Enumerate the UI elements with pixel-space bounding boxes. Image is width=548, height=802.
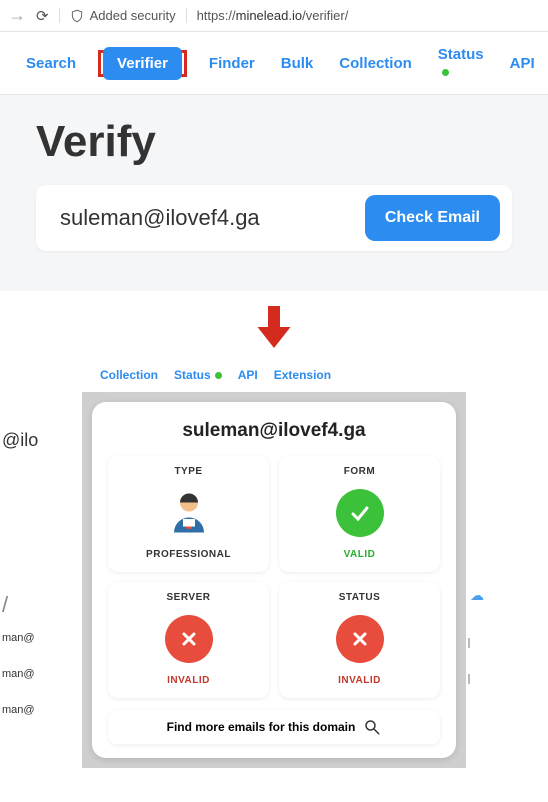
find-more-button[interactable]: Find more emails for this domain: [108, 710, 440, 744]
nav-bulk[interactable]: Bulk: [277, 49, 318, 78]
search-icon: [363, 718, 381, 736]
security-label: Added security: [90, 8, 176, 23]
find-more-label: Find more emails for this domain: [167, 720, 356, 734]
bg-slash: /: [2, 592, 8, 618]
tile-server: SERVER INVALID: [108, 582, 269, 698]
hero-section: Verify suleman@ilovef4.ga Check Email: [0, 95, 548, 291]
tile-value: PROFESSIONAL: [114, 549, 263, 560]
cross-icon: [114, 611, 263, 667]
nav-verifier[interactable]: Verifier: [103, 47, 182, 80]
forward-arrow-icon[interactable]: →: [8, 5, 26, 26]
check-email-button[interactable]: Check Email: [365, 195, 500, 241]
tile-title: FORM: [285, 466, 434, 477]
result-grid: TYPE PROFESSIONAL FORM: [108, 456, 440, 698]
highlight-box: Verifier: [98, 50, 187, 77]
subnav-api[interactable]: API: [238, 368, 258, 382]
status-dot-icon: [442, 69, 449, 76]
arrow-down-icon: [250, 303, 298, 351]
status-dot-icon: [215, 372, 222, 379]
tile-title: SERVER: [114, 592, 263, 603]
tile-title: TYPE: [114, 466, 263, 477]
avatar-icon: [114, 485, 263, 541]
browser-address-bar: → ⟳ Added security https://minelead.io/v…: [0, 0, 548, 32]
shield-icon: [70, 9, 84, 23]
email-input-row: suleman@ilovef4.ga Check Email: [36, 185, 512, 251]
tile-value: INVALID: [285, 675, 434, 686]
nav-search[interactable]: Search: [22, 49, 80, 78]
tile-type: TYPE PROFESSIONAL: [108, 456, 269, 572]
bg-email-cut: @ilo: [2, 430, 38, 451]
tile-value: INVALID: [114, 675, 263, 686]
nav-status[interactable]: Status: [434, 40, 488, 86]
subnav-extension[interactable]: Extension: [274, 368, 331, 382]
bg-row: man@: [2, 632, 35, 644]
cloud-icon: ☁: [470, 587, 484, 604]
tile-status: STATUS INVALID: [279, 582, 440, 698]
result-card: suleman@ilovef4.ga TYPE PROFESSIONAL: [92, 402, 456, 758]
arrow-down-annotation: [0, 291, 548, 362]
tile-title: STATUS: [285, 592, 434, 603]
tile-form: FORM VALID: [279, 456, 440, 572]
cross-icon: [285, 611, 434, 667]
check-icon: [285, 485, 434, 541]
result-section: Collection Status API Extension @ilo / m…: [0, 362, 548, 778]
bg-row: man@: [2, 668, 35, 680]
nav-finder[interactable]: Finder: [205, 49, 259, 78]
bg-bar: [468, 638, 470, 648]
reload-icon[interactable]: ⟳: [36, 7, 49, 25]
subnav-collection[interactable]: Collection: [100, 368, 158, 382]
bg-row: man@: [2, 704, 35, 716]
sub-nav: Collection Status API Extension: [0, 362, 548, 392]
result-email: suleman@ilovef4.ga: [108, 420, 440, 442]
nav-collection[interactable]: Collection: [335, 49, 416, 78]
page-title: Verify: [36, 117, 512, 167]
nav-api[interactable]: API: [506, 49, 539, 78]
email-input[interactable]: suleman@ilovef4.ga: [60, 205, 260, 231]
bg-bar: [468, 674, 470, 684]
tile-value: VALID: [285, 549, 434, 560]
security-badge: Added security: [59, 8, 176, 23]
result-panel: @ilo / man@ man@ man@ ☁ suleman@ilovef4.…: [82, 392, 466, 768]
url-display[interactable]: https://minelead.io/verifier/: [186, 8, 349, 23]
subnav-status[interactable]: Status: [174, 368, 222, 382]
main-nav: Search Verifier Finder Bulk Collection S…: [0, 32, 548, 95]
